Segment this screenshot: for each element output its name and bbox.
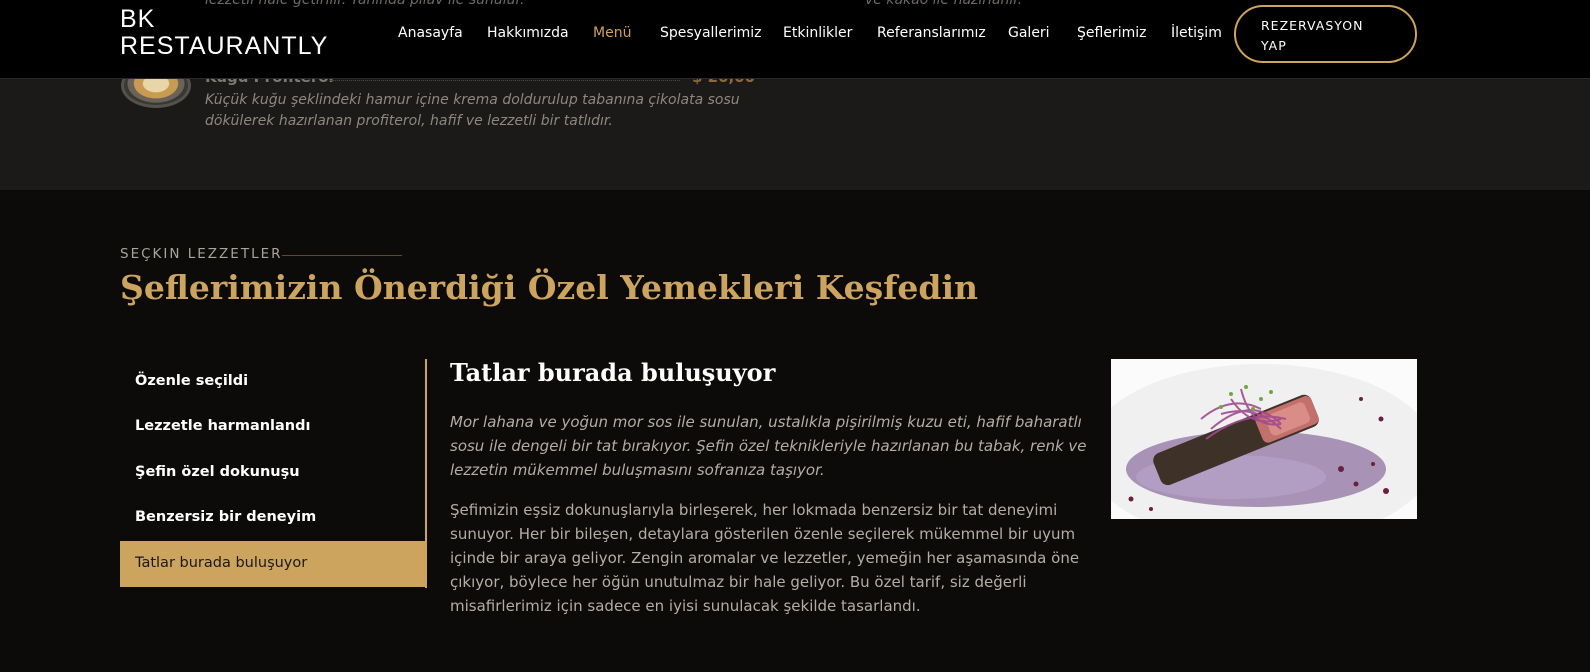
nav-specials[interactable]: Spesyallerimiz [660,25,761,41]
site-logo[interactable]: BK RESTAURANTLY [120,6,328,60]
dish-description: Küçük kuğu şeklindeki hamur içine krema … [205,92,740,129]
nav-chefs[interactable]: Şeflerimiz [1077,25,1146,41]
book-table-label-2: YAP [1261,38,1287,53]
tab-blended-with-flavor[interactable]: Lezzetle harmanlandı [120,404,427,450]
nav-events[interactable]: Etkinlikler [783,25,852,41]
tab-content-body: Şefimizin eşsiz dokunuşlarıyla birleşere… [450,501,1080,615]
tab-content-intro: Mor lahana ve yoğun mor sos ile sunulan,… [450,413,1087,479]
tab-chef-touch[interactable]: Şefin özel dokunuşu [120,450,427,496]
specials-tab-list: Özenle seçildi Lezzetle harmanlandı Şefi… [120,359,427,588]
logo-line-2: RESTAURANTLY [120,32,329,60]
nav-about[interactable]: Hakkımızda [487,25,569,41]
tab-carefully-selected[interactable]: Özenle seçildi [120,359,427,405]
logo-line-1: BK [120,5,156,33]
nav-gallery[interactable]: Galeri [1008,25,1050,41]
site-header: lezzetli hale getirilir. Yanında pilav i… [0,0,1590,79]
tab-content-title: Tatlar burada buluşuyor [450,358,776,387]
dish-description-partial-right: ve kakao ile hazırlanır. [865,0,1023,8]
tab-flavors-meet[interactable]: Tatlar burada buluşuyor [120,541,427,587]
dish-image [1111,359,1417,519]
dish-dotted-leader [330,80,680,81]
nav-home[interactable]: Anasayfa [398,25,463,41]
section-eyebrow: SEÇKIN LEZZETLER [120,246,283,262]
nav-menu[interactable]: Menü [593,25,631,41]
nav-contact[interactable]: İletişim [1171,25,1222,41]
eyebrow-divider [282,255,402,256]
book-table-label-1: REZERVASYON [1261,18,1364,33]
tab-unique-experience[interactable]: Benzersiz bir deneyim [120,495,427,541]
book-table-button[interactable]: REZERVASYON YAP [1234,5,1417,63]
nav-references[interactable]: Referanslarımız [877,25,986,41]
section-title: Şeflerimizin Önerdiği Özel Yemekleri Keş… [120,268,979,307]
